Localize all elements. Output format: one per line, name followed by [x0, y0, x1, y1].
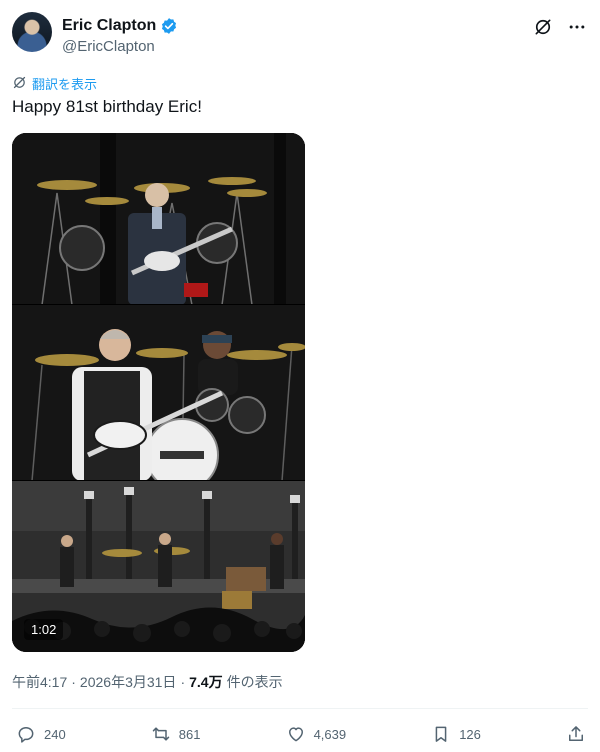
- meta-separator: ·: [71, 674, 76, 690]
- verified-badge-icon: [160, 17, 178, 35]
- share-icon: [568, 726, 583, 741]
- bookmark-icon: [435, 726, 447, 742]
- views-label: 件の表示: [226, 674, 283, 690]
- share-button[interactable]: [566, 724, 586, 744]
- repost-count: 861: [178, 726, 201, 742]
- reply-count: 240: [44, 726, 66, 742]
- bookmark-count: 126: [459, 726, 481, 742]
- heart-icon: [288, 727, 303, 742]
- translate-link[interactable]: 翻訳を表示: [12, 74, 97, 93]
- reply-button[interactable]: 240: [16, 724, 66, 744]
- author-name-row: Eric Clapton: [62, 16, 178, 35]
- author-handle[interactable]: @EricClapton: [62, 38, 155, 55]
- repost-button[interactable]: 861: [151, 724, 201, 744]
- views-count: 7.4万: [189, 674, 223, 690]
- translate-label: 翻訳を表示: [32, 77, 98, 92]
- repost-icon: [152, 727, 170, 741]
- tweet-text: Happy 81st birthday Eric!: [12, 97, 202, 116]
- tweet-time[interactable]: 午前4:17: [12, 672, 67, 692]
- tweet-meta: 午前4:17 · 2026年3月31日 · 7.4万 件の表示: [12, 672, 283, 692]
- author-display-name[interactable]: Eric Clapton: [62, 16, 156, 35]
- reply-icon: [18, 727, 34, 743]
- divider: [12, 708, 588, 709]
- header-actions: [532, 16, 588, 38]
- action-bar: 240 861 4,639 126: [16, 722, 586, 746]
- like-button[interactable]: 4,639: [286, 724, 347, 744]
- grok-icon[interactable]: [532, 16, 554, 38]
- video-duration: 1:02: [24, 619, 64, 640]
- tweet-header: Eric Clapton @EricClapton: [12, 12, 588, 58]
- video-frame-top: [12, 133, 305, 305]
- video-frame-middle: [12, 305, 305, 481]
- translate-icon: [12, 75, 27, 93]
- meta-separator: ·: [180, 674, 186, 690]
- like-count: 4,639: [313, 726, 347, 742]
- tweet-date[interactable]: 2026年3月31日: [80, 672, 177, 692]
- avatar[interactable]: [12, 12, 52, 52]
- video-player[interactable]: 1:02: [12, 133, 305, 652]
- bookmark-button[interactable]: 126: [431, 724, 481, 744]
- more-icon[interactable]: [566, 16, 588, 38]
